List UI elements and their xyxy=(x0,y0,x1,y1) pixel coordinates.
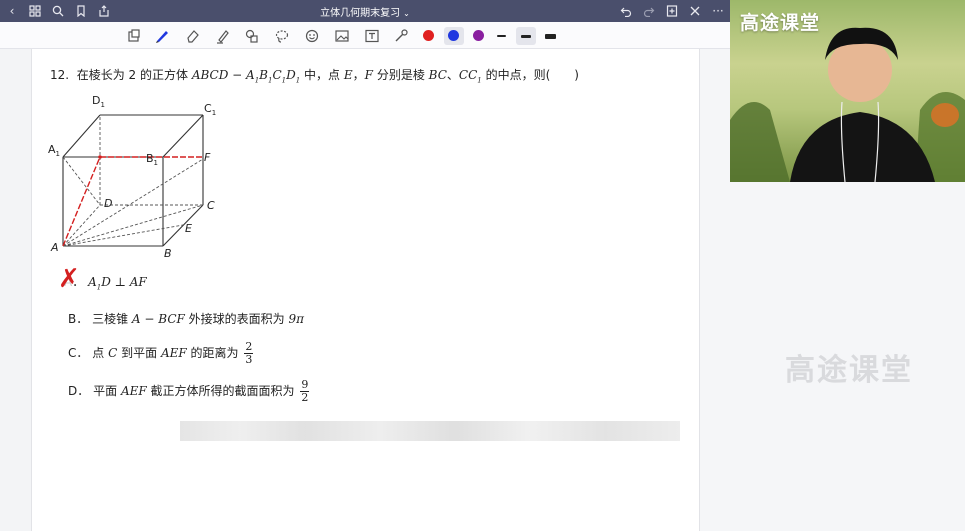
cube-figure: D1 C1 A1 B1 F D C A B E xyxy=(48,94,216,260)
option-d-label: D xyxy=(68,384,78,398)
shapes-icon[interactable] xyxy=(126,28,142,44)
close-icon[interactable] xyxy=(687,3,703,19)
left-margin xyxy=(0,49,32,531)
option-c-fraction: 23 xyxy=(244,341,254,366)
label-d1: D1 xyxy=(92,94,105,109)
label-d: D xyxy=(104,197,112,210)
undo-icon[interactable] xyxy=(618,3,634,19)
lasso-icon[interactable] xyxy=(274,28,290,44)
color-blue-swatch[interactable] xyxy=(448,30,459,41)
share-icon[interactable] xyxy=(96,3,112,19)
option-a-text-post: D ⊥ AF xyxy=(101,275,147,289)
add-page-icon[interactable] xyxy=(664,3,680,19)
more-icon[interactable]: ··· xyxy=(710,3,726,19)
stem-prefix: 在棱长为 2 的正方体 xyxy=(76,68,188,82)
option-d-text-pre: 平面 xyxy=(93,384,118,398)
edge-a1-d1 xyxy=(62,114,101,158)
comma: ， xyxy=(352,68,365,82)
option-c-text-post: 的距离为 xyxy=(190,346,239,360)
option-b[interactable]: B． 三棱锥 A − BCF 外接球的表面积为 9π xyxy=(68,310,304,327)
stroke-medium-option[interactable] xyxy=(521,35,531,38)
blurred-content xyxy=(180,421,680,441)
text-box-icon[interactable] xyxy=(364,28,380,44)
title-bar: ‹ 立体几何期末复习 ⌄ ··· xyxy=(0,0,730,22)
label-e: E xyxy=(185,222,192,235)
highlighter-icon[interactable] xyxy=(215,28,231,44)
option-d-fraction: 92 xyxy=(300,379,310,404)
cube-name-c: C xyxy=(272,68,282,82)
label-b: B xyxy=(164,247,172,260)
shape-tool-icon[interactable] xyxy=(244,28,260,44)
option-c-plane: AEF xyxy=(160,346,187,360)
image-icon[interactable] xyxy=(334,28,350,44)
label-b1: B1 xyxy=(146,152,158,167)
option-b-text-post: 外接球的表面积为 xyxy=(188,312,285,326)
wrong-mark-icon: ✗ xyxy=(58,264,80,294)
option-d-denominator: 2 xyxy=(301,391,309,404)
edge-cc1-label: CC xyxy=(458,68,478,82)
bookmark-icon[interactable] xyxy=(73,3,89,19)
option-b-value: 9π xyxy=(288,312,305,326)
stroke-thick-option[interactable] xyxy=(545,34,556,39)
label-c1: C1 xyxy=(204,102,216,117)
document-title-text: 立体几何期末复习 xyxy=(320,8,401,19)
teacher-camera-feed: 高途课堂 xyxy=(730,0,965,182)
label-a1: A1 xyxy=(48,143,60,158)
question-number: 12. xyxy=(50,68,70,82)
redo-icon[interactable] xyxy=(641,3,657,19)
stem-suffix: 的中点，则( ) xyxy=(485,68,579,82)
option-b-math: A − BCF xyxy=(131,312,185,326)
segment-a-f xyxy=(62,158,204,247)
camera-brand-logo: 高途课堂 xyxy=(740,12,821,34)
segment-a1-d xyxy=(62,156,101,206)
option-b-label: B xyxy=(68,312,77,326)
red-line-a-d1 xyxy=(62,156,101,247)
color-purple-swatch[interactable] xyxy=(473,30,484,41)
laser-pointer-icon[interactable] xyxy=(393,28,409,44)
cube-name-d: D xyxy=(286,68,296,82)
point-f-label: F xyxy=(364,68,373,82)
option-c-text-pre: 点 xyxy=(92,346,105,360)
option-d[interactable]: D． 平面 AEF 截正方体所得的截面面积为 92 xyxy=(68,379,310,404)
option-b-text-pre: 三棱锥 xyxy=(92,312,129,326)
eraser-icon[interactable] xyxy=(185,28,201,44)
label-f: F xyxy=(204,151,211,164)
edge-a-d xyxy=(62,204,101,247)
stem-middle: 中，点 xyxy=(304,68,341,82)
cube-name: ABCD − A xyxy=(191,68,255,82)
edge-b-c xyxy=(162,204,204,247)
option-c[interactable]: C． 点 C 到平面 AEF 的距离为 23 xyxy=(68,341,254,366)
watermark: 高途课堂 xyxy=(785,353,913,388)
option-c-denominator: 3 xyxy=(245,353,253,366)
option-d-text-post: 截正方体所得的截面面积为 xyxy=(150,384,295,398)
stem-middle-2: 分别是棱 xyxy=(376,68,425,82)
drawing-toolbar xyxy=(0,22,730,49)
separator: 、 xyxy=(446,68,459,82)
title-dropdown-icon: ⌄ xyxy=(403,9,410,18)
document-page[interactable]: 12. 在棱长为 2 的正方体 ABCD − A1B1C1D1 中，点 E，F … xyxy=(32,49,700,531)
option-c-point: C xyxy=(108,346,118,360)
edge-bc-label: BC xyxy=(428,68,447,82)
label-c: C xyxy=(207,199,215,212)
option-a-text-pre: A xyxy=(88,275,97,289)
subscript: 1 xyxy=(295,76,301,85)
grid-icon[interactable] xyxy=(27,3,43,19)
cube-name-b: B xyxy=(259,68,268,82)
sticker-icon[interactable] xyxy=(304,28,320,44)
pen-icon[interactable] xyxy=(154,28,170,44)
option-d-plane: AEF xyxy=(120,384,147,398)
stroke-thin-option[interactable] xyxy=(497,35,506,37)
question-stem: 12. 在棱长为 2 的正方体 ABCD − A1B1C1D1 中，点 E，F … xyxy=(50,66,579,84)
point-e-label: E xyxy=(343,68,353,82)
label-a: A xyxy=(50,241,59,254)
color-red-swatch[interactable] xyxy=(423,30,434,41)
edge-b1-c1 xyxy=(162,114,204,158)
search-icon[interactable] xyxy=(50,3,66,19)
option-c-text-mid: 到平面 xyxy=(121,346,158,360)
red-point xyxy=(98,155,102,159)
back-chevron-icon[interactable]: ‹ xyxy=(4,3,20,19)
subscript: 1 xyxy=(477,76,482,85)
